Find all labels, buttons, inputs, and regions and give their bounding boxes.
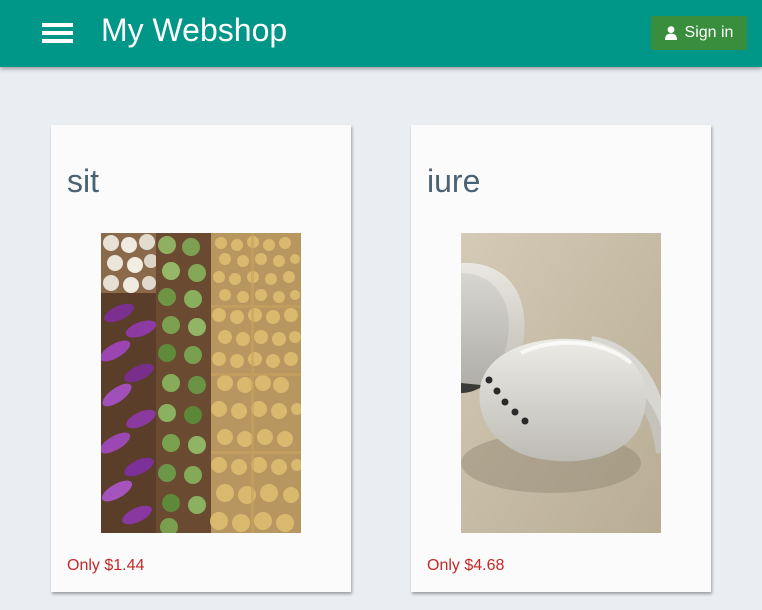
- sign-in-label: Sign in: [684, 24, 734, 41]
- product-title: sit: [67, 163, 99, 199]
- hamburger-menu-icon[interactable]: [42, 23, 74, 45]
- user-icon: [664, 26, 677, 40]
- product-price: Only $4.68: [427, 557, 505, 574]
- product-image[interactable]: [101, 233, 301, 533]
- product-card[interactable]: iure Only $4.68: [411, 125, 711, 592]
- product-image[interactable]: [461, 233, 661, 533]
- sign-in-button[interactable]: Sign in: [651, 16, 747, 50]
- top-app-bar: My Webshop Sign in: [0, 0, 762, 67]
- app-title: My Webshop: [101, 12, 288, 48]
- product-card[interactable]: sit Only $1.44: [51, 125, 351, 592]
- product-title: iure: [427, 163, 481, 199]
- product-price: Only $1.44: [67, 557, 145, 574]
